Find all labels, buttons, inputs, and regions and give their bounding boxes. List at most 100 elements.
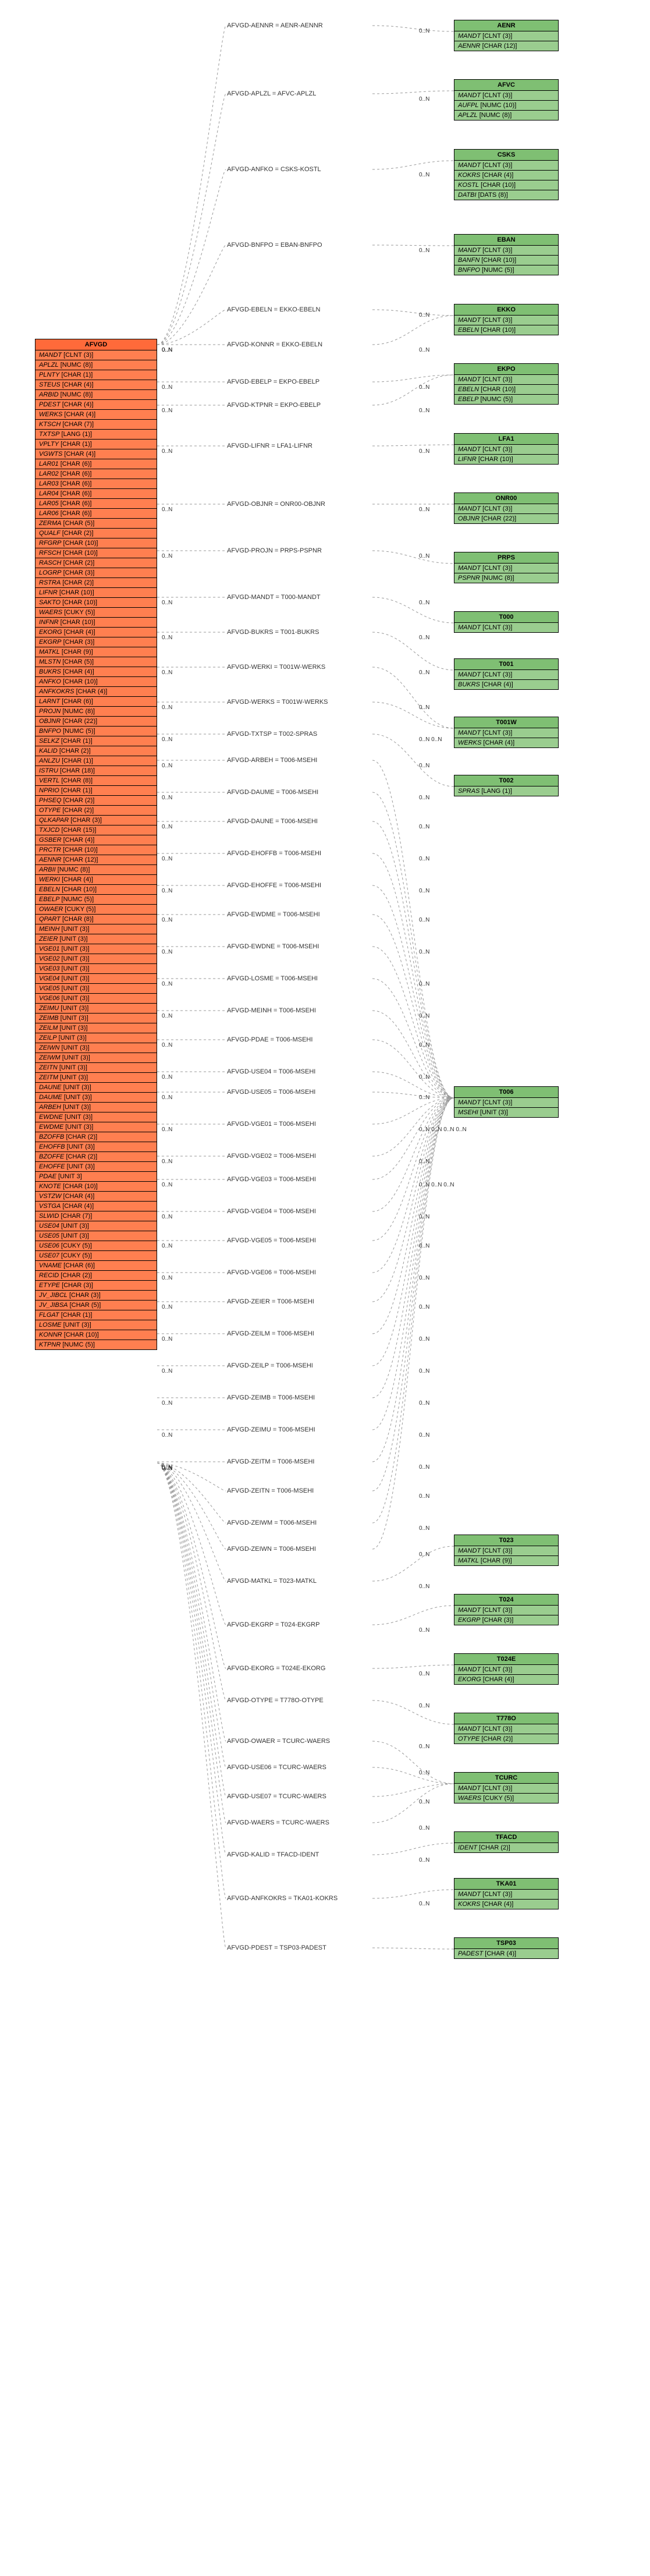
cardinality-label: 0..N: [419, 1074, 429, 1080]
table-row: KTSCH [CHAR (7)]: [35, 420, 157, 430]
table-row: OBJNR [CHAR (22)]: [454, 514, 558, 523]
cardinality-label: 0..N: [162, 704, 172, 711]
cardinality-label: 0..N: [162, 1013, 172, 1019]
cardinality-label: 0..N 0..N 0..N: [419, 1182, 454, 1188]
table-tcurc: TCURCMANDT [CLNT (3)]WAERS [CUKY (5)]: [454, 1772, 559, 1803]
cardinality-label: 0..N: [419, 1336, 429, 1342]
join-label: AFVGD-EWDNE = T006-MSEHI: [227, 943, 319, 950]
join-label: AFVGD-VGE02 = T006-MSEHI: [227, 1153, 316, 1160]
table-ekpo: EKPOMANDT [CLNT (3)]EBELN [CHAR (10)]EBE…: [454, 363, 559, 405]
table-row: RFGRP [CHAR (10)]: [35, 538, 157, 548]
table-row: LIFNR [CHAR (10)]: [454, 455, 558, 464]
join-label: AFVGD-EBELN = EKKO-EBELN: [227, 306, 320, 313]
join-label: AFVGD-USE06 = TCURC-WAERS: [227, 1764, 326, 1771]
cardinality-label: 0..N: [162, 448, 172, 455]
cardinality-label: 0..N: [162, 856, 172, 862]
table-row: OTYPE [CHAR (2)]: [35, 806, 157, 816]
join-label: AFVGD-KTPNR = EKPO-EBELP: [227, 402, 321, 409]
table-row: DAUNE [UNIT (3)]: [35, 1083, 157, 1093]
join-label: AFVGD-VGE06 = T006-MSEHI: [227, 1269, 316, 1276]
cardinality-label: 0..N: [419, 1525, 429, 1532]
cardinality-label: 0..N: [419, 1671, 429, 1677]
cardinality-label: 0..N: [419, 1703, 429, 1709]
table-row: MSEHI [UNIT (3)]: [454, 1108, 558, 1117]
table-t778o: T778OMANDT [CLNT (3)]OTYPE [CHAR (2)]: [454, 1713, 559, 1744]
join-label: AFVGD-VGE03 = T006-MSEHI: [227, 1176, 316, 1183]
page-title: [0, 0, 650, 9]
table-row: MANDT [CLNT (3)]: [454, 1724, 558, 1734]
table-row: VGE04 [UNIT (3)]: [35, 974, 157, 984]
table-row: EWDNE [UNIT (3)]: [35, 1112, 157, 1122]
cardinality-label: 0..N: [419, 1464, 429, 1471]
join-label: AFVGD-KALID = TFACD-IDENT: [227, 1851, 319, 1858]
table-header: T006: [454, 1087, 558, 1098]
join-label: AFVGD-MATKL = T023-MATKL: [227, 1578, 317, 1585]
join-label: AFVGD-TXTSP = T002-SPRAS: [227, 731, 317, 738]
table-row: PDAE [UNIT 3]: [35, 1172, 157, 1182]
join-label: AFVGD-VGE05 = T006-MSEHI: [227, 1237, 316, 1244]
join-label: AFVGD-LIFNR = LFA1-LIFNR: [227, 442, 312, 449]
table-row: BNFPO [NUMC (5)]: [35, 727, 157, 736]
join-label: AFVGD-EHOFFB = T006-MSEHI: [227, 850, 321, 857]
table-row: SPRAS [LANG (1)]: [454, 786, 558, 796]
join-label: AFVGD-VGE04 = T006-MSEHI: [227, 1208, 316, 1215]
table-row: MATKL [CHAR (9)]: [454, 1556, 558, 1565]
table-row: EKGRP [CHAR (3)]: [35, 637, 157, 647]
join-label: AFVGD-OBJNR = ONR00-OBJNR: [227, 501, 325, 508]
table-row: LOSME [UNIT (3)]: [35, 1320, 157, 1330]
join-label: AFVGD-USE07 = TCURC-WAERS: [227, 1793, 326, 1800]
table-prps: PRPSMANDT [CLNT (3)]PSPNR [NUMC (8)]: [454, 552, 559, 583]
cardinality-label: 0..N: [419, 1770, 429, 1776]
table-header: TFACD: [454, 1832, 558, 1843]
table-row: BANFN [CHAR (10)]: [454, 256, 558, 265]
table-row: VPLTY [CHAR (1)]: [35, 440, 157, 449]
table-row: KNOTE [CHAR (10)]: [35, 1182, 157, 1192]
table-row: MANDT [CLNT (3)]: [454, 375, 558, 385]
cardinality-label: 0..N: [162, 1214, 172, 1220]
table-row: LAR01 [CHAR (6)]: [35, 459, 157, 469]
cardinality-label: 0..N: [419, 704, 429, 711]
table-header: T000: [454, 612, 558, 623]
join-label: AFVGD-WAERS = TCURC-WAERS: [227, 1819, 329, 1826]
table-row: BZOFFB [CHAR (2)]: [35, 1132, 157, 1142]
table-row: PADEST [CHAR (4)]: [454, 1949, 558, 1958]
table-t001w: T001WMANDT [CLNT (3)]WERKS [CHAR (4)]: [454, 717, 559, 748]
table-row: MANDT [CLNT (3)]: [454, 31, 558, 41]
table-header: ONR00: [454, 493, 558, 504]
cardinality-label: 0..N: [419, 28, 429, 34]
table-header: PRPS: [454, 552, 558, 564]
join-label: AFVGD-EKORG = T024E-EKORG: [227, 1665, 325, 1672]
cardinality-label: 0..N: [162, 736, 172, 743]
table-header: TSP03: [454, 1938, 558, 1949]
table-header: TKA01: [454, 1879, 558, 1890]
cardinality-label: 0..N: [162, 384, 172, 391]
cardinality-label: 0..N: [162, 888, 172, 894]
table-row: SELKZ [CHAR (1)]: [35, 736, 157, 746]
join-label: AFVGD-ZEIER = T006-MSEHI: [227, 1298, 314, 1305]
cardinality-label: 0..N: [419, 347, 429, 353]
table-row: VGWTS [CHAR (4)]: [35, 449, 157, 459]
table-row: LAR05 [CHAR (6)]: [35, 499, 157, 509]
cardinality-label: 0..N: [419, 1551, 429, 1558]
cardinality-label: 0..N: [419, 1094, 429, 1101]
join-label: AFVGD-ZEILM = T006-MSEHI: [227, 1330, 314, 1337]
table-row: PSPNR [NUMC (8)]: [454, 573, 558, 583]
table-row: MLSTN [CHAR (5)]: [35, 657, 157, 667]
join-label: AFVGD-USE04 = T006-MSEHI: [227, 1068, 315, 1075]
cardinality-label: 0..N 0..N: [419, 736, 442, 743]
join-label: AFVGD-ZEIWN = T006-MSEHI: [227, 1546, 316, 1553]
cardinality-label: 0..N: [162, 408, 172, 414]
table-row: KOSTL [CHAR (10)]: [454, 180, 558, 190]
table-onr00: ONR00MANDT [CLNT (3)]OBJNR [CHAR (22)]: [454, 492, 559, 524]
table-header: AFVGD: [35, 339, 157, 350]
table-row: EBELP [NUMC (5)]: [35, 895, 157, 905]
table-row: EHOFFB [UNIT (3)]: [35, 1142, 157, 1152]
table-row: MANDT [CLNT (3)]: [454, 316, 558, 325]
cardinality-label: 0..N: [162, 981, 172, 987]
table-afvgd: AFVGDMANDT [CLNT (3)]APLZL [NUMC (8)]PLN…: [35, 339, 157, 1350]
cardinality-label: 0..N: [162, 763, 172, 769]
table-row: GSBER [CHAR (4)]: [35, 835, 157, 845]
table-row: DATBI [DATS (8)]: [454, 190, 558, 200]
table-t002: T002SPRAS [LANG (1)]: [454, 775, 559, 796]
table-row: AENNR [CHAR (12)]: [454, 41, 558, 51]
